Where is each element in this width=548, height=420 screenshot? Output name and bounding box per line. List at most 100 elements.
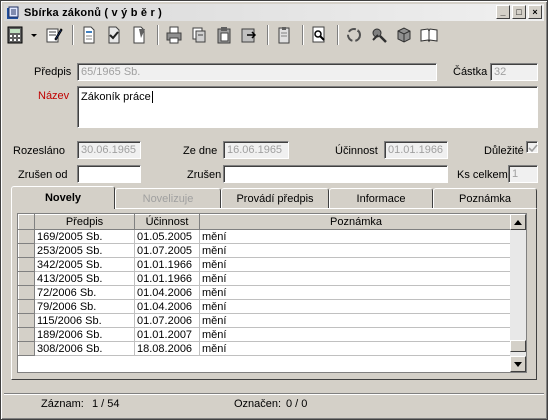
zrusenod-field[interactable]: [77, 165, 141, 183]
dulezite-checkbox[interactable]: [526, 141, 538, 153]
close-button[interactable]: ×: [528, 5, 542, 19]
cell-predpis: 72/2006 Sb.: [34, 285, 135, 300]
row-indicator[interactable]: [18, 285, 35, 300]
maximize-icon: □: [516, 6, 522, 17]
row-indicator[interactable]: [18, 313, 35, 328]
predpis-label: Předpis: [34, 66, 72, 78]
table-row[interactable]: 189/2006 Sb. 01.01.2007 mění: [18, 327, 513, 342]
print-icon: [166, 26, 182, 44]
cell-ucinnost: 18.08.2006: [134, 341, 200, 356]
cell-poznamka: mění: [199, 327, 513, 342]
document-ok-icon: [108, 26, 120, 44]
tab-novelizuje[interactable]: Novelizuje: [115, 188, 221, 208]
column-header-predpis[interactable]: Předpis: [34, 214, 135, 230]
table-row[interactable]: 169/2005 Sb. 01.05.2005 mění: [18, 229, 513, 244]
row-indicator[interactable]: [18, 299, 35, 314]
table-row[interactable]: 79/2006 Sb. 01.04.2006 mění: [18, 299, 513, 314]
checkmark-icon: [528, 144, 538, 153]
scroll-up-button[interactable]: [510, 214, 526, 230]
cell-predpis: 189/2006 Sb.: [34, 327, 135, 342]
row-indicator[interactable]: [18, 243, 35, 258]
calculator-icon: [7, 26, 23, 44]
tab-provadi-predpis[interactable]: Provádí předpis: [221, 188, 329, 208]
scroll-down-button[interactable]: [510, 356, 526, 372]
tab-poznamka[interactable]: Poznámka: [433, 188, 537, 208]
print-button[interactable]: [163, 24, 185, 46]
cell-ucinnost: 01.07.2006: [134, 313, 200, 328]
ucinnost-field[interactable]: 01.01.1966: [384, 141, 448, 159]
cell-ucinnost: 01.07.2005: [134, 243, 200, 258]
paste-button[interactable]: [213, 24, 235, 46]
clipboard-icon: [278, 27, 290, 44]
table-row[interactable]: 72/2006 Sb. 01.04.2006 mění: [18, 285, 513, 300]
document-button[interactable]: [78, 24, 100, 46]
zedne-field[interactable]: 16.06.1965: [223, 141, 289, 159]
title-bar[interactable]: Sbírka zákonů ( v ý b ě r ) _ □ ×: [4, 4, 544, 21]
row-indicator[interactable]: [18, 229, 35, 244]
tab-informace[interactable]: Informace: [329, 188, 433, 208]
app-icon: [6, 6, 20, 20]
minimize-button[interactable]: _: [496, 5, 510, 19]
document-icon: [83, 26, 95, 44]
export-button[interactable]: [238, 24, 260, 46]
arrow-down-icon: [514, 361, 522, 367]
copy-button[interactable]: [188, 24, 210, 46]
cell-poznamka: mění: [199, 243, 513, 258]
rozeslano-field[interactable]: 30.06.1965: [77, 141, 141, 159]
toolbar-separator: [157, 25, 159, 45]
calculator-dropdown[interactable]: [29, 24, 39, 46]
zrusen-label: Zrušen: [187, 169, 222, 181]
document-check-button[interactable]: [128, 24, 150, 46]
novely-grid[interactable]: Předpis Účinnost Poznámka 169/2005 Sb. 01…: [17, 213, 527, 373]
table-row[interactable]: 308/2006 Sb. 18.08.2006 mění: [18, 341, 513, 356]
castka-field[interactable]: 32: [490, 63, 538, 81]
status-bar: Záznam: 1 / 54 Označen: 0 / 0: [4, 393, 544, 415]
cell-predpis: 169/2005 Sb.: [34, 229, 135, 244]
clipboard-button[interactable]: [273, 24, 295, 46]
recycle-button[interactable]: [343, 24, 365, 46]
document-ok-button[interactable]: [103, 24, 125, 46]
cell-poznamka: mění: [199, 229, 513, 244]
nazev-field[interactable]: Zákoník práce: [77, 86, 538, 128]
row-indicator[interactable]: [18, 257, 35, 272]
table-row[interactable]: 413/2005 Sb. 01.01.1966 mění: [18, 271, 513, 286]
novely-table: Předpis Účinnost Poznámka 169/2005 Sb. 01…: [18, 214, 513, 356]
find-button[interactable]: [308, 24, 330, 46]
row-indicator[interactable]: [18, 271, 35, 286]
column-header-poznamka[interactable]: Poznámka: [199, 214, 513, 230]
edit-button[interactable]: [43, 24, 65, 46]
grid-scrollbar[interactable]: [510, 214, 526, 372]
predpis-field[interactable]: 65/1965 Sb.: [77, 63, 437, 81]
box-button[interactable]: [393, 24, 415, 46]
cell-predpis: 253/2005 Sb.: [34, 243, 135, 258]
close-icon: ×: [532, 6, 538, 17]
cell-poznamka: mění: [199, 341, 513, 356]
cell-poznamka: mění: [199, 257, 513, 272]
table-row[interactable]: 115/2006 Sb. 01.07.2006 mění: [18, 313, 513, 328]
rozeslano-label: Rozesláno: [13, 145, 65, 157]
row-indicator[interactable]: [18, 327, 35, 342]
window-title: Sbírka zákonů ( v ý b ě r ): [24, 6, 163, 19]
column-header-ucinnost[interactable]: Účinnost: [134, 214, 200, 230]
tab-novely[interactable]: Novely: [11, 186, 115, 209]
calculator-button[interactable]: [4, 24, 26, 46]
table-row[interactable]: 253/2005 Sb. 01.07.2005 mění: [18, 243, 513, 258]
zaznam-label: Záznam:: [41, 398, 84, 410]
scroll-thumb[interactable]: [510, 340, 526, 352]
table-header-row: Předpis Účinnost Poznámka: [18, 214, 513, 230]
book-button[interactable]: [418, 24, 440, 46]
cell-ucinnost: 01.05.2005: [134, 229, 200, 244]
tools-button[interactable]: [368, 24, 390, 46]
cell-poznamka: mění: [199, 313, 513, 328]
cell-ucinnost: 01.01.1966: [134, 257, 200, 272]
maximize-button[interactable]: □: [512, 5, 526, 19]
row-indicator[interactable]: [18, 341, 35, 356]
main-window: Sbírka zákonů ( v ý b ě r ) _ □ × Předpi…: [0, 0, 548, 420]
cell-predpis: 308/2006 Sb.: [34, 341, 135, 356]
cell-predpis: 115/2006 Sb.: [34, 313, 135, 328]
recycle-icon: [347, 28, 361, 42]
kscelkem-field[interactable]: 1: [508, 165, 538, 183]
zrusen-field[interactable]: [223, 165, 448, 183]
table-row[interactable]: 342/2005 Sb. 01.01.1966 mění: [18, 257, 513, 272]
cell-poznamka: mění: [199, 271, 513, 286]
